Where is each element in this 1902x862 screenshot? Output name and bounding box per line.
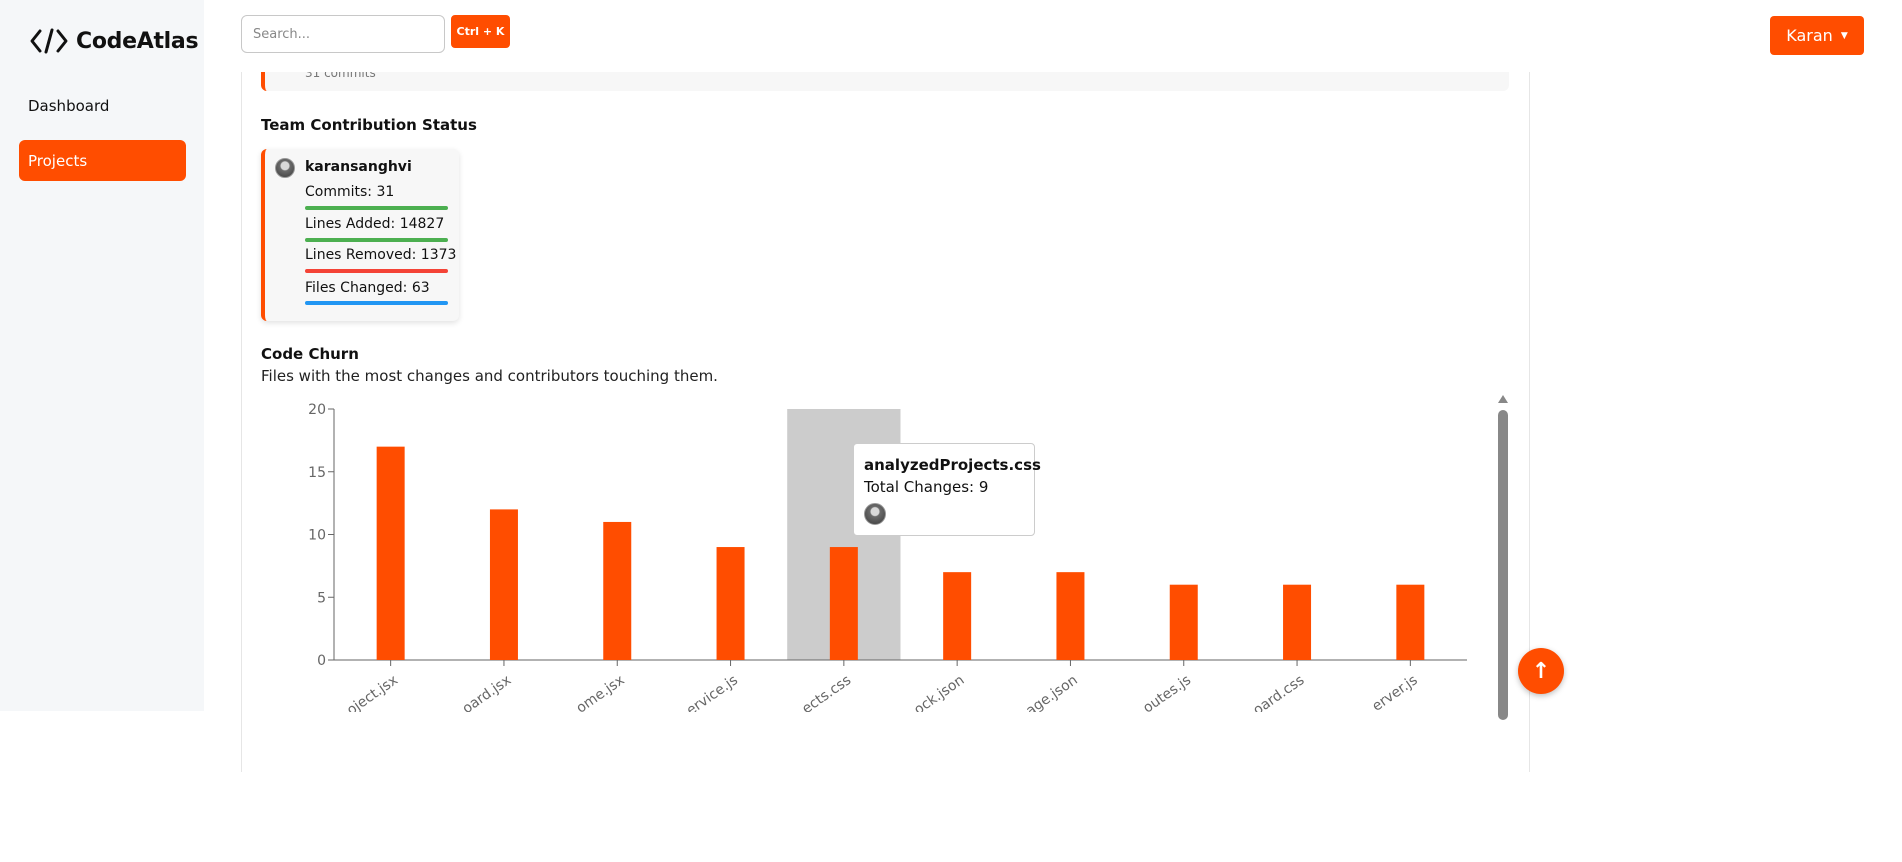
- tooltip-file-name: analyzedProjects.css: [864, 456, 1041, 474]
- x-tick-label: ome.jsx: [574, 672, 628, 712]
- x-tick-label: outes.js: [1140, 672, 1194, 712]
- y-tick-label: 5: [317, 590, 326, 606]
- x-tick-label: age.json: [1023, 672, 1081, 712]
- app-name: CodeAtlas: [76, 28, 199, 54]
- search-shortcut-button[interactable]: Ctrl + K: [451, 15, 510, 48]
- lines-removed-bar: [305, 269, 448, 273]
- code-churn-chart: 0 5 10 15 20 oject.jsx oard.jsx ome.jsx ervice.j…: [308, 402, 1467, 712]
- bar: [376, 446, 405, 660]
- lines-removed-stat: Lines Removed: 1373: [305, 247, 457, 263]
- x-tick-label: ervice.js: [684, 672, 741, 712]
- bar: [1056, 572, 1085, 660]
- commit-summary-card: 31 commits: [261, 72, 1509, 91]
- bar: [489, 509, 518, 660]
- bar: [1169, 584, 1198, 660]
- bar: [943, 572, 972, 660]
- user-name: Karan: [1786, 26, 1833, 45]
- tooltip-total-changes: Total Changes: 9: [864, 478, 989, 496]
- code-churn-title: Code Churn: [261, 345, 359, 363]
- scroll-to-top-button[interactable]: ↑: [1518, 648, 1564, 694]
- lines-added-stat: Lines Added: 14827: [305, 216, 445, 232]
- commit-summary-text: 31 commits: [305, 72, 376, 80]
- contributor-username: karansanghvi: [305, 159, 412, 175]
- top-bar: Ctrl + K Karan ▼: [204, 0, 1902, 72]
- x-tick-label: erver.js: [1369, 672, 1420, 712]
- bar: [603, 521, 632, 660]
- bar: [1396, 584, 1425, 660]
- x-tick-label: ects.css: [799, 672, 854, 712]
- avatar: [864, 503, 886, 525]
- y-tick-label: 15: [308, 465, 326, 481]
- y-tick-label: 0: [317, 653, 326, 669]
- sidebar-item-dashboard[interactable]: Dashboard: [19, 85, 186, 126]
- user-menu-button[interactable]: Karan ▼: [1770, 16, 1864, 55]
- chart-tooltip: analyzedProjects.css Total Changes: 9: [853, 443, 1041, 536]
- project-panel: 31 commits Team Contribution Status kara…: [241, 72, 1530, 772]
- chart-scrollbar[interactable]: [1498, 410, 1508, 720]
- lines-added-bar: [305, 238, 448, 242]
- code-brackets-icon: [30, 28, 68, 54]
- contributor-card: karansanghvi Commits: 31 Lines Added: 14…: [261, 149, 459, 321]
- code-churn-subtitle: Files with the most changes and contribu…: [261, 367, 718, 385]
- commits-bar: [305, 206, 448, 210]
- scroll-up-icon[interactable]: [1498, 395, 1508, 403]
- y-tick-label: 10: [308, 528, 326, 544]
- chevron-down-icon: ▼: [1840, 30, 1848, 41]
- bar: [829, 547, 858, 660]
- app-logo[interactable]: CodeAtlas: [30, 28, 199, 54]
- team-contribution-title: Team Contribution Status: [261, 116, 477, 134]
- files-changed-bar: [305, 301, 448, 305]
- sidebar-item-projects[interactable]: Projects: [19, 140, 186, 181]
- bar: [716, 547, 745, 660]
- search-input[interactable]: [241, 15, 445, 53]
- avatar: [275, 158, 295, 178]
- y-tick-label: 20: [308, 402, 326, 418]
- files-changed-stat: Files Changed: 63: [305, 280, 430, 296]
- bar: [1283, 584, 1312, 660]
- x-tick-label: oard.jsx: [460, 672, 515, 712]
- sidebar: CodeAtlas Dashboard Projects: [0, 0, 204, 711]
- x-tick-label: ock.json: [911, 672, 967, 712]
- x-tick-label: oard.css: [1250, 672, 1307, 712]
- commits-stat: Commits: 31: [305, 184, 395, 200]
- x-tick-label: oject.jsx: [344, 672, 401, 712]
